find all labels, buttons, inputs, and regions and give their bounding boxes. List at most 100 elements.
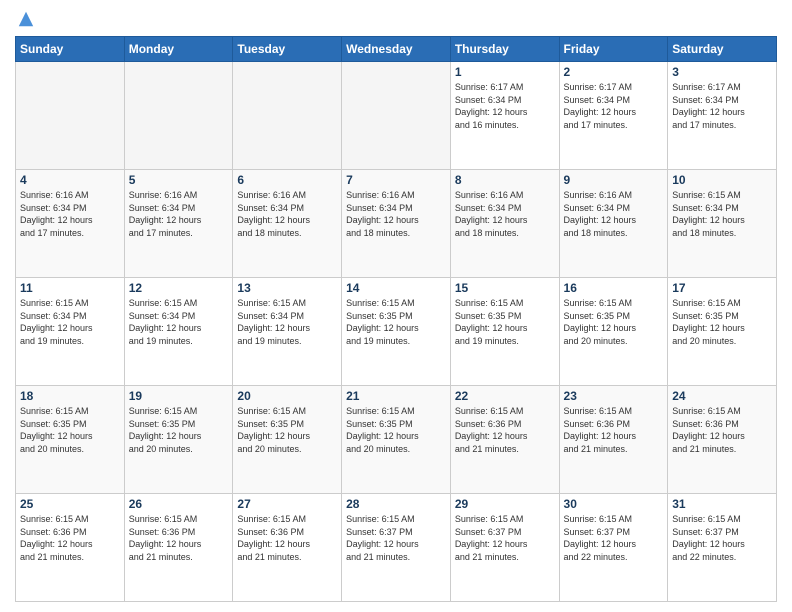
calendar-cell bbox=[233, 62, 342, 170]
day-number: 30 bbox=[564, 497, 664, 511]
day-number: 11 bbox=[20, 281, 120, 295]
day-info: Sunrise: 6:16 AM Sunset: 6:34 PM Dayligh… bbox=[20, 189, 120, 239]
day-info: Sunrise: 6:15 AM Sunset: 6:34 PM Dayligh… bbox=[20, 297, 120, 347]
day-info: Sunrise: 6:15 AM Sunset: 6:35 PM Dayligh… bbox=[20, 405, 120, 455]
calendar-day-header: Wednesday bbox=[342, 37, 451, 62]
calendar-day-header: Saturday bbox=[668, 37, 777, 62]
calendar-cell: 17 Sunrise: 6:15 AM Sunset: 6:35 PM Dayli… bbox=[668, 278, 777, 386]
day-number: 26 bbox=[129, 497, 229, 511]
day-number: 13 bbox=[237, 281, 337, 295]
day-info: Sunrise: 6:15 AM Sunset: 6:36 PM Dayligh… bbox=[672, 405, 772, 455]
day-number: 19 bbox=[129, 389, 229, 403]
day-number: 7 bbox=[346, 173, 446, 187]
calendar-header-row: SundayMondayTuesdayWednesdayThursdayFrid… bbox=[16, 37, 777, 62]
day-info: Sunrise: 6:15 AM Sunset: 6:36 PM Dayligh… bbox=[564, 405, 664, 455]
calendar-table: SundayMondayTuesdayWednesdayThursdayFrid… bbox=[15, 36, 777, 602]
calendar-cell: 14 Sunrise: 6:15 AM Sunset: 6:35 PM Dayli… bbox=[342, 278, 451, 386]
day-info: Sunrise: 6:15 AM Sunset: 6:37 PM Dayligh… bbox=[346, 513, 446, 563]
day-number: 8 bbox=[455, 173, 555, 187]
calendar-day-header: Friday bbox=[559, 37, 668, 62]
day-info: Sunrise: 6:15 AM Sunset: 6:35 PM Dayligh… bbox=[564, 297, 664, 347]
calendar-cell: 24 Sunrise: 6:15 AM Sunset: 6:36 PM Dayli… bbox=[668, 386, 777, 494]
day-number: 21 bbox=[346, 389, 446, 403]
day-number: 23 bbox=[564, 389, 664, 403]
day-number: 28 bbox=[346, 497, 446, 511]
day-info: Sunrise: 6:15 AM Sunset: 6:36 PM Dayligh… bbox=[129, 513, 229, 563]
day-info: Sunrise: 6:15 AM Sunset: 6:35 PM Dayligh… bbox=[237, 405, 337, 455]
calendar-cell: 13 Sunrise: 6:15 AM Sunset: 6:34 PM Dayli… bbox=[233, 278, 342, 386]
day-number: 10 bbox=[672, 173, 772, 187]
day-info: Sunrise: 6:17 AM Sunset: 6:34 PM Dayligh… bbox=[455, 81, 555, 131]
day-info: Sunrise: 6:17 AM Sunset: 6:34 PM Dayligh… bbox=[672, 81, 772, 131]
day-info: Sunrise: 6:17 AM Sunset: 6:34 PM Dayligh… bbox=[564, 81, 664, 131]
calendar-cell: 21 Sunrise: 6:15 AM Sunset: 6:35 PM Dayli… bbox=[342, 386, 451, 494]
calendar-cell: 26 Sunrise: 6:15 AM Sunset: 6:36 PM Dayli… bbox=[124, 494, 233, 602]
logo-icon bbox=[17, 10, 35, 28]
calendar-cell: 8 Sunrise: 6:16 AM Sunset: 6:34 PM Daylig… bbox=[450, 170, 559, 278]
calendar-cell: 20 Sunrise: 6:15 AM Sunset: 6:35 PM Dayli… bbox=[233, 386, 342, 494]
calendar-cell: 4 Sunrise: 6:16 AM Sunset: 6:34 PM Daylig… bbox=[16, 170, 125, 278]
calendar-cell: 10 Sunrise: 6:15 AM Sunset: 6:34 PM Dayli… bbox=[668, 170, 777, 278]
calendar-week-row: 18 Sunrise: 6:15 AM Sunset: 6:35 PM Dayli… bbox=[16, 386, 777, 494]
calendar-week-row: 11 Sunrise: 6:15 AM Sunset: 6:34 PM Dayli… bbox=[16, 278, 777, 386]
calendar-cell: 22Sunrise: 6:15 AM Sunset: 6:36 PM Dayli… bbox=[450, 386, 559, 494]
calendar-cell: 3 Sunrise: 6:17 AM Sunset: 6:34 PM Daylig… bbox=[668, 62, 777, 170]
calendar-cell: 15Sunrise: 6:15 AM Sunset: 6:35 PM Dayli… bbox=[450, 278, 559, 386]
calendar-cell: 28 Sunrise: 6:15 AM Sunset: 6:37 PM Dayli… bbox=[342, 494, 451, 602]
calendar-cell: 29Sunrise: 6:15 AM Sunset: 6:37 PM Dayli… bbox=[450, 494, 559, 602]
calendar-cell: 27Sunrise: 6:15 AM Sunset: 6:36 PM Dayli… bbox=[233, 494, 342, 602]
logo bbox=[15, 10, 35, 28]
day-number: 6 bbox=[237, 173, 337, 187]
calendar-cell: 23 Sunrise: 6:15 AM Sunset: 6:36 PM Dayli… bbox=[559, 386, 668, 494]
day-number: 16 bbox=[564, 281, 664, 295]
day-info: Sunrise: 6:15 AM Sunset: 6:35 PM Dayligh… bbox=[346, 297, 446, 347]
day-number: 24 bbox=[672, 389, 772, 403]
day-info: Sunrise: 6:15 AM Sunset: 6:37 PM Dayligh… bbox=[564, 513, 664, 563]
calendar-cell: 19 Sunrise: 6:15 AM Sunset: 6:35 PM Dayli… bbox=[124, 386, 233, 494]
calendar-cell: 5 Sunrise: 6:16 AM Sunset: 6:34 PM Daylig… bbox=[124, 170, 233, 278]
day-info: Sunrise: 6:16 AM Sunset: 6:34 PM Dayligh… bbox=[346, 189, 446, 239]
day-info: Sunrise: 6:15 AM Sunset: 6:35 PM Dayligh… bbox=[346, 405, 446, 455]
day-number: 22 bbox=[455, 389, 555, 403]
calendar-cell: 25 Sunrise: 6:15 AM Sunset: 6:36 PM Dayli… bbox=[16, 494, 125, 602]
calendar-day-header: Thursday bbox=[450, 37, 559, 62]
day-info: Sunrise: 6:15 AM Sunset: 6:36 PM Dayligh… bbox=[20, 513, 120, 563]
calendar-cell bbox=[16, 62, 125, 170]
calendar-cell: 11 Sunrise: 6:15 AM Sunset: 6:34 PM Dayli… bbox=[16, 278, 125, 386]
calendar-day-header: Sunday bbox=[16, 37, 125, 62]
day-info: Sunrise: 6:16 AM Sunset: 6:34 PM Dayligh… bbox=[455, 189, 555, 239]
calendar-cell: 1 Sunrise: 6:17 AM Sunset: 6:34 PM Daylig… bbox=[450, 62, 559, 170]
day-info: Sunrise: 6:15 AM Sunset: 6:35 PM Dayligh… bbox=[129, 405, 229, 455]
calendar-day-header: Tuesday bbox=[233, 37, 342, 62]
day-number: 1 bbox=[455, 65, 555, 79]
day-number: 4 bbox=[20, 173, 120, 187]
day-number: 9 bbox=[564, 173, 664, 187]
day-number: 25 bbox=[20, 497, 120, 511]
day-number: 17 bbox=[672, 281, 772, 295]
calendar-week-row: 25 Sunrise: 6:15 AM Sunset: 6:36 PM Dayli… bbox=[16, 494, 777, 602]
day-number: 14 bbox=[346, 281, 446, 295]
day-info: Sunrise: 6:15 AM Sunset: 6:35 PM Dayligh… bbox=[672, 297, 772, 347]
calendar-cell: 18 Sunrise: 6:15 AM Sunset: 6:35 PM Dayli… bbox=[16, 386, 125, 494]
day-info: Sunrise: 6:15 AM Sunset: 6:34 PM Dayligh… bbox=[129, 297, 229, 347]
page: SundayMondayTuesdayWednesdayThursdayFrid… bbox=[0, 0, 792, 612]
day-info: Sunrise: 6:16 AM Sunset: 6:34 PM Dayligh… bbox=[564, 189, 664, 239]
day-number: 2 bbox=[564, 65, 664, 79]
calendar-cell: 16 Sunrise: 6:15 AM Sunset: 6:35 PM Dayli… bbox=[559, 278, 668, 386]
day-info: Sunrise: 6:15 AM Sunset: 6:34 PM Dayligh… bbox=[672, 189, 772, 239]
calendar-cell: 7 Sunrise: 6:16 AM Sunset: 6:34 PM Daylig… bbox=[342, 170, 451, 278]
calendar-week-row: 4 Sunrise: 6:16 AM Sunset: 6:34 PM Daylig… bbox=[16, 170, 777, 278]
day-number: 31 bbox=[672, 497, 772, 511]
calendar-cell: 12Sunrise: 6:15 AM Sunset: 6:34 PM Dayli… bbox=[124, 278, 233, 386]
day-number: 5 bbox=[129, 173, 229, 187]
day-number: 20 bbox=[237, 389, 337, 403]
day-info: Sunrise: 6:15 AM Sunset: 6:34 PM Dayligh… bbox=[237, 297, 337, 347]
calendar-week-row: 1 Sunrise: 6:17 AM Sunset: 6:34 PM Daylig… bbox=[16, 62, 777, 170]
day-number: 3 bbox=[672, 65, 772, 79]
calendar-cell: 30 Sunrise: 6:15 AM Sunset: 6:37 PM Dayli… bbox=[559, 494, 668, 602]
day-info: Sunrise: 6:15 AM Sunset: 6:37 PM Dayligh… bbox=[455, 513, 555, 563]
day-number: 27 bbox=[237, 497, 337, 511]
day-number: 18 bbox=[20, 389, 120, 403]
calendar-cell: 9 Sunrise: 6:16 AM Sunset: 6:34 PM Daylig… bbox=[559, 170, 668, 278]
day-info: Sunrise: 6:16 AM Sunset: 6:34 PM Dayligh… bbox=[129, 189, 229, 239]
